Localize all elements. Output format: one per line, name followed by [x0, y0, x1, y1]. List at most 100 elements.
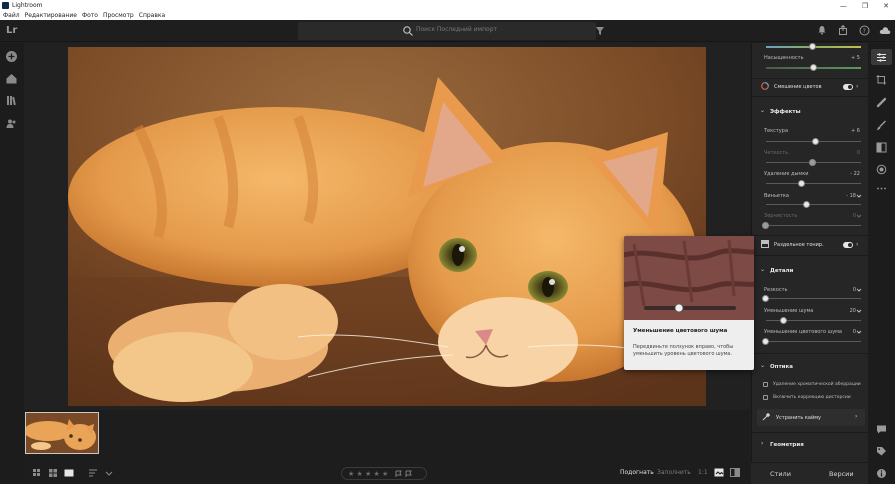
brush-icon[interactable]: [876, 120, 887, 131]
maximize-button[interactable]: ❐: [862, 2, 868, 10]
zoom-100-button[interactable]: 1:1: [698, 469, 708, 476]
grain-track[interactable]: [766, 225, 861, 226]
chevron-down-icon[interactable]: [856, 287, 862, 293]
sharpening-value[interactable]: 0: [836, 287, 856, 293]
single-view-icon[interactable]: [714, 468, 724, 477]
grid-large-icon[interactable]: [48, 468, 58, 478]
hue-knob[interactable]: [809, 43, 816, 50]
grid-small-icon[interactable]: [32, 468, 42, 478]
sharpening-knob[interactable]: [762, 295, 769, 302]
defringe-row[interactable]: Устранить кайму ›: [757, 409, 865, 426]
minimize-button[interactable]: —: [840, 2, 847, 10]
chevron-right-icon[interactable]: ›: [761, 440, 763, 447]
vignette-track[interactable]: [766, 204, 861, 205]
presets-button[interactable]: Стили: [770, 470, 791, 478]
grain-value[interactable]: 0: [836, 213, 856, 219]
chromatic-aberration-checkbox[interactable]: [763, 382, 768, 387]
split-toning-toggle[interactable]: [843, 242, 853, 248]
dehaze-track[interactable]: [766, 183, 861, 184]
right-rail: [868, 43, 895, 484]
distortion-label: Включить коррекцию дисторсии: [773, 395, 851, 400]
chevron-down-icon[interactable]: [856, 213, 862, 219]
home-icon[interactable]: [5, 72, 18, 85]
tooltip-text: Передвиньте ползунок вправо, чтобы умень…: [633, 344, 734, 357]
grain-knob[interactable]: [762, 222, 769, 229]
main-photo[interactable]: [68, 47, 706, 406]
geometry-title[interactable]: Геометрия: [770, 442, 804, 448]
close-button[interactable]: ✕: [883, 2, 889, 10]
chevron-down-icon[interactable]: ⌄: [760, 266, 765, 273]
distortion-checkbox[interactable]: [763, 395, 768, 400]
menu-file[interactable]: Файл: [3, 12, 20, 19]
more-icon[interactable]: [876, 183, 887, 194]
bottom-toolbar: ★ ★ ★ ★ ★ Подогнать Заполнить 1:1: [24, 462, 750, 484]
color-noise-track[interactable]: [766, 341, 861, 342]
color-mixer-label: Смешение цветов: [774, 84, 822, 90]
photo-thumbnail[interactable]: [25, 412, 99, 454]
texture-knob[interactable]: [812, 138, 819, 145]
zoom-fit-button[interactable]: Подогнать: [620, 469, 654, 476]
cloud-icon[interactable]: [879, 24, 891, 36]
title-bar: Lightroom — ❐ ✕: [0, 0, 895, 11]
sharpening-track[interactable]: [766, 298, 861, 299]
flag-pick-icon[interactable]: [395, 470, 403, 477]
chevron-down-icon[interactable]: [856, 308, 862, 314]
add-photos-icon[interactable]: [5, 50, 18, 63]
noise-reduction-value[interactable]: 20: [836, 308, 856, 314]
menu-help[interactable]: Справка: [139, 12, 165, 19]
vignette-value[interactable]: - 18: [836, 193, 856, 199]
saturation-value[interactable]: + 5: [840, 55, 860, 61]
tag-icon[interactable]: [876, 446, 887, 457]
chevron-right-icon[interactable]: ›: [855, 413, 857, 420]
linear-gradient-icon[interactable]: [876, 142, 887, 153]
chevron-down-icon[interactable]: [856, 329, 862, 335]
effects-title[interactable]: Эффекты: [770, 109, 801, 115]
compare-view-icon[interactable]: [730, 468, 740, 477]
radial-gradient-icon[interactable]: [876, 164, 887, 175]
chevron-right-icon[interactable]: ›: [856, 83, 858, 90]
healing-brush-icon[interactable]: [876, 97, 887, 108]
menu-view[interactable]: Просмотр: [103, 12, 134, 19]
dehaze-knob[interactable]: [798, 180, 805, 187]
search-placeholder: Поиск Последний импорт: [416, 26, 498, 33]
zoom-fill-button[interactable]: Заполнить: [657, 469, 691, 476]
help-icon[interactable]: ?: [858, 24, 870, 36]
details-title[interactable]: Детали: [770, 268, 793, 274]
share-icon[interactable]: [837, 24, 849, 36]
notifications-icon[interactable]: [816, 24, 828, 36]
optics-title[interactable]: Оптика: [770, 364, 793, 370]
chevron-down-icon[interactable]: ⌄: [760, 107, 765, 114]
people-icon[interactable]: [5, 117, 18, 130]
detail-view-icon[interactable]: [64, 468, 74, 478]
color-mixer-toggle[interactable]: [843, 84, 853, 90]
vignette-knob[interactable]: [803, 201, 810, 208]
versions-button[interactable]: Версии: [829, 470, 854, 478]
saturation-knob[interactable]: [810, 64, 817, 71]
clarity-knob[interactable]: [809, 159, 816, 166]
comments-icon[interactable]: [876, 424, 887, 435]
noise-reduction-knob[interactable]: [780, 317, 787, 324]
sort-icon[interactable]: [88, 468, 98, 478]
chevron-right-icon[interactable]: ›: [856, 241, 858, 248]
rating-stars[interactable]: ★ ★ ★ ★ ★: [341, 467, 427, 480]
flag-reject-icon[interactable]: [405, 470, 413, 477]
chevron-down-icon[interactable]: [104, 468, 114, 478]
divider: [752, 432, 869, 433]
filter-icon[interactable]: [595, 26, 605, 36]
chevron-down-icon[interactable]: ⌄: [760, 362, 765, 369]
filmstrip: [24, 410, 750, 462]
chevron-down-icon[interactable]: [856, 193, 862, 199]
info-icon[interactable]: [876, 468, 887, 479]
texture-value[interactable]: + 6: [840, 128, 860, 134]
clarity-value[interactable]: 0: [840, 150, 860, 156]
search-input[interactable]: Поиск Последний импорт: [298, 22, 596, 40]
dehaze-value[interactable]: - 22: [840, 171, 860, 177]
color-noise-knob[interactable]: [762, 338, 769, 345]
menu-photo[interactable]: Фото: [82, 12, 98, 19]
menu-edit[interactable]: Редактирование: [25, 12, 77, 19]
panel-footer: Стили Версии: [751, 462, 868, 484]
edit-sliders-icon[interactable]: [876, 52, 887, 63]
color-noise-value[interactable]: 0: [836, 329, 856, 335]
library-icon[interactable]: [5, 94, 18, 107]
crop-rotate-icon[interactable]: [876, 74, 887, 85]
